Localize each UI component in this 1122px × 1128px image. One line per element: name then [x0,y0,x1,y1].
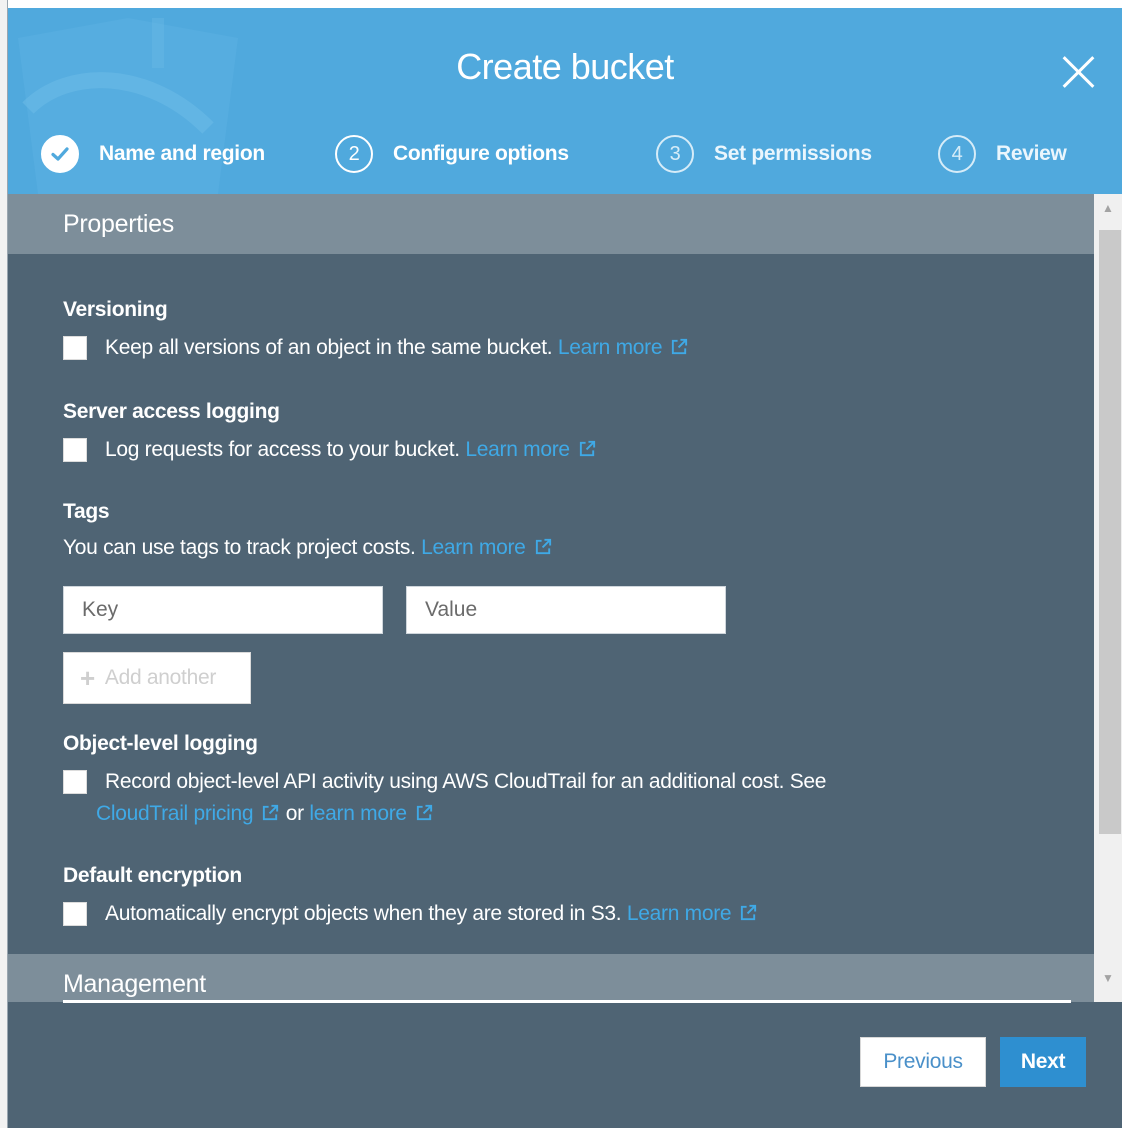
plus-icon: + [80,662,95,693]
external-link-icon [263,804,279,821]
management-section-header[interactable]: Management [8,954,1094,1002]
dialog-title: Create bucket [456,46,674,87]
previous-button[interactable]: Previous [860,1037,986,1087]
server-access-logging-text: Log requests for access to your bucket. … [105,438,597,462]
dialog-header: Create bucket Name and region 2 Configur… [8,8,1122,194]
versioning-text: Keep all versions of an object in the sa… [105,336,689,360]
window-left-edge [0,0,8,1128]
properties-section-header[interactable]: Properties [8,194,1094,254]
versioning-learn-more-link[interactable]: Learn more [558,336,663,359]
step-set-permissions[interactable]: 3 Set permissions [656,134,872,174]
close-icon[interactable] [1056,50,1100,94]
server-access-logging-title: Server access logging [63,400,280,423]
object-logging-learn-more-link[interactable]: learn more [309,802,407,825]
object-level-logging-title: Object-level logging [63,732,258,755]
versioning-option: Versioning Keep all versions of an objec… [63,298,689,360]
scrollbar-thumb[interactable] [1099,230,1121,834]
step-name-and-region[interactable]: Name and region [41,134,265,174]
step-label: Review [996,142,1067,165]
default-encryption-title: Default encryption [63,864,242,887]
next-button[interactable]: Next [1000,1037,1086,1087]
step-label: Set permissions [714,142,872,165]
tags-description: You can use tags to track project costs.… [63,536,553,560]
external-link-icon [416,804,432,821]
footer-divider [63,1000,1071,1003]
server-access-logging-checkbox[interactable] [63,438,87,462]
external-link-icon [535,538,551,555]
external-link-icon [579,440,595,457]
step-number: 4 [938,135,976,173]
default-encryption-option: Default encryption Automatically encrypt… [63,864,758,926]
default-encryption-text: Automatically encrypt objects when they … [105,902,758,926]
step-configure-options[interactable]: 2 Configure options [335,134,569,174]
external-link-icon [741,904,757,921]
add-another-tag-button[interactable]: + Add another [63,652,251,704]
logging-learn-more-link[interactable]: Learn more [465,438,570,461]
add-another-label: Add another [104,666,217,689]
encryption-learn-more-link[interactable]: Learn more [627,902,732,925]
tag-key-input[interactable]: Key [63,586,383,634]
object-level-logging-option: Object-level logging Record object-level… [63,732,826,830]
vertical-scrollbar[interactable]: ▲ ▼ [1094,194,1122,1002]
default-encryption-checkbox[interactable] [63,902,87,926]
external-link-icon [672,338,688,355]
create-bucket-dialog: Create bucket Name and region 2 Configur… [8,8,1122,1128]
tags-option: Tags You can use tags to track project c… [63,500,553,560]
tags-learn-more-link[interactable]: Learn more [421,536,526,559]
step-review[interactable]: 4 Review [938,134,1067,174]
versioning-title: Versioning [63,298,168,321]
tag-value-input[interactable]: Value [406,586,726,634]
object-level-logging-checkbox[interactable] [63,770,87,794]
step-number: 2 [335,135,373,173]
step-label: Configure options [393,142,569,165]
cloudtrail-pricing-link[interactable]: CloudTrail pricing [96,802,254,825]
dialog-content: Properties Versioning Keep all versions … [8,194,1094,1002]
step-label: Name and region [99,142,265,165]
scroll-down-icon[interactable]: ▼ [1094,966,1122,990]
object-level-logging-text: Record object-level API activity using A… [96,770,827,825]
step-number: 3 [656,135,694,173]
server-access-logging-option: Server access logging Log requests for a… [63,400,597,462]
versioning-checkbox[interactable] [63,336,87,360]
check-icon [41,135,79,173]
scroll-up-icon[interactable]: ▲ [1094,196,1122,220]
tags-title: Tags [63,500,110,523]
